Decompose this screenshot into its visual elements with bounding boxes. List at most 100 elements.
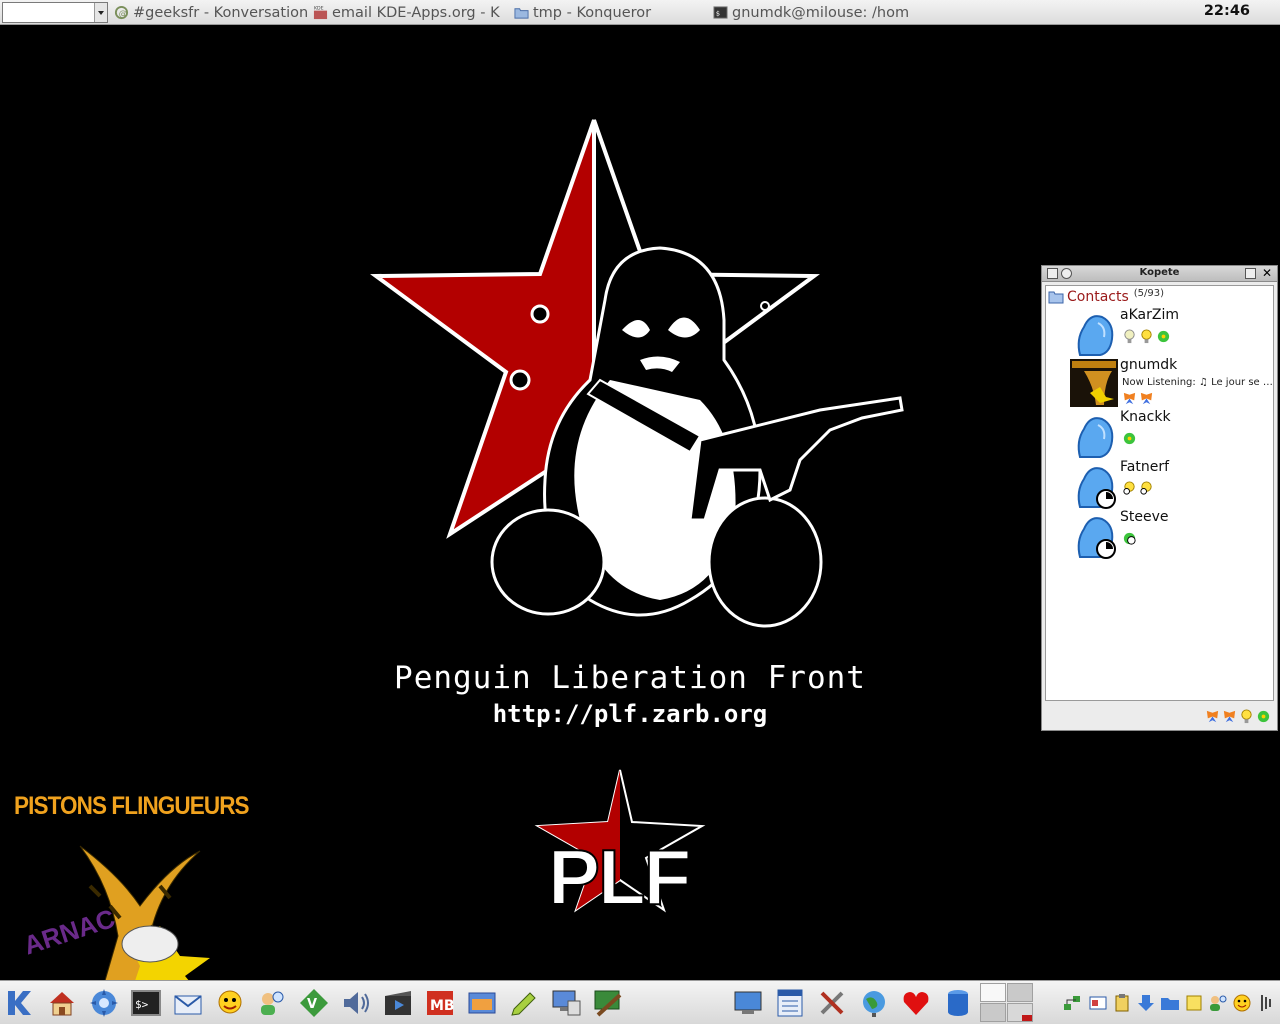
database-icon: [948, 990, 968, 1016]
top-taskbar: @ #geeksfr - Konversation KDE email KDE-…: [0, 0, 1280, 25]
group-count: (5/93): [1133, 288, 1165, 299]
more-icon: [1261, 995, 1271, 1011]
network-tool-icon: [594, 990, 622, 1017]
database-button[interactable]: [942, 987, 974, 1019]
gnumdk-avatar-icon: [1070, 359, 1118, 407]
kopete-account-status: [1205, 709, 1271, 724]
window-button[interactable]: [466, 987, 498, 1019]
pager-desktop-1[interactable]: [980, 983, 1006, 1002]
group-name: Contacts: [1067, 288, 1129, 305]
kopete-icon: [218, 990, 242, 1014]
tray-network[interactable]: [1062, 993, 1082, 1013]
people-icon: [1210, 995, 1227, 1011]
mb-button[interactable]: MB: [424, 987, 456, 1019]
contact-name: aKarZim: [1120, 307, 1179, 323]
taskbar-item-terminal[interactable]: $ gnumdk@milouse: /hom: [713, 3, 911, 22]
maximize-button[interactable]: [1245, 268, 1256, 279]
msn-butterfly-icon[interactable]: [1205, 709, 1220, 724]
wallpaper-title: Penguin Liberation Front: [394, 660, 866, 696]
network-tool-button[interactable]: [592, 987, 624, 1019]
tray-folder[interactable]: [1160, 993, 1180, 1013]
kmail-button[interactable]: [172, 987, 204, 1019]
vim-button[interactable]: V: [298, 987, 330, 1019]
kmail-icon: [174, 995, 202, 1015]
svg-text:$: $: [716, 9, 720, 17]
pager-window-marker: [1022, 1015, 1032, 1021]
bulb-icon: [1124, 329, 1135, 344]
clock[interactable]: 22:46: [1204, 3, 1250, 19]
kopete-button[interactable]: [214, 987, 246, 1019]
terminal-icon: $: [713, 6, 728, 19]
users-button[interactable]: [256, 987, 288, 1019]
tray-people[interactable]: [1208, 993, 1228, 1013]
konsole-button[interactable]: $>: [130, 987, 162, 1019]
tray-more[interactable]: [1256, 993, 1276, 1013]
icq-flower-icon: [1157, 330, 1170, 343]
chevron-down-icon[interactable]: [94, 3, 107, 22]
contact-name: gnumdk: [1120, 357, 1178, 373]
remote-desktop-button[interactable]: [550, 987, 582, 1019]
default-avatar-away-icon: [1077, 467, 1116, 509]
heart-button[interactable]: [900, 987, 932, 1019]
tray-download[interactable]: [1136, 993, 1156, 1013]
volume-button[interactable]: [340, 987, 372, 1019]
pager-desktop-4[interactable]: [1007, 1003, 1033, 1022]
heart-icon: [903, 992, 929, 1015]
close-icon[interactable]: ✕: [1262, 267, 1273, 279]
desktop-pager[interactable]: [980, 983, 1034, 1023]
taskbar-item-konqueror[interactable]: tmp - Konqueror: [514, 3, 710, 22]
kopete-window: Kopete ✕ Contacts (5/93) aKarZim gnumdk …: [1041, 265, 1278, 731]
icq-flower-icon: [1123, 432, 1136, 445]
contact-item-akarzim[interactable]: aKarZim: [1070, 307, 1274, 357]
contact-group[interactable]: Contacts (5/93): [1048, 288, 1164, 305]
home-button[interactable]: [46, 987, 78, 1019]
taskbar-item-label: gnumdk@milouse: /hom: [732, 4, 910, 21]
contact-item-gnumdk[interactable]: gnumdk Now Listening: ♫ Le jour se …: [1070, 357, 1274, 407]
konversation-icon: @: [114, 5, 129, 20]
contact-name: Steeve: [1120, 509, 1169, 525]
pencil-icon: [511, 992, 536, 1016]
pager-desktop-3[interactable]: [980, 1003, 1006, 1022]
tools-button[interactable]: [816, 987, 848, 1019]
bulb-icon[interactable]: [1239, 709, 1254, 724]
taskbar-item-email[interactable]: KDE email KDE-Apps.org - K: [313, 3, 508, 22]
tray-notes[interactable]: [1184, 993, 1204, 1013]
msn-butterfly-icon: [1140, 392, 1153, 405]
kde-menu-button[interactable]: [4, 987, 36, 1019]
globe-button[interactable]: [858, 987, 890, 1019]
contact-item-knackk[interactable]: Knackk: [1070, 409, 1274, 459]
pencil-button[interactable]: [508, 987, 540, 1019]
taskbar-item-konversation[interactable]: @ #geeksfr - Konversation: [114, 3, 312, 22]
video-icon: [385, 991, 411, 1015]
svg-text:$>: $>: [135, 998, 149, 1011]
bulb-icon: [1141, 329, 1152, 344]
tray-kopete[interactable]: [1232, 993, 1252, 1013]
contact-status-message: Now Listening: ♫ Le jour se …: [1122, 377, 1273, 388]
konqueror-icon: [90, 989, 118, 1017]
konqueror-button[interactable]: [88, 987, 120, 1019]
vim-icon: V: [300, 989, 328, 1017]
kde-app-icon: KDE: [313, 6, 328, 20]
icq-away-icon: [1123, 532, 1136, 545]
kopete-titlebar[interactable]: Kopete ✕: [1042, 266, 1277, 282]
contact-list: Contacts (5/93) aKarZim gnumdk Now Liste…: [1045, 285, 1274, 701]
pistons-flingueurs-logo: [79, 845, 210, 996]
desktop-selector[interactable]: [2, 2, 108, 23]
msn-butterfly-icon[interactable]: [1222, 709, 1237, 724]
svg-text:@: @: [119, 8, 127, 18]
taskbar-item-label: email KDE-Apps.org - K: [332, 4, 500, 21]
window-list-button[interactable]: [774, 987, 806, 1019]
download-icon: [1138, 995, 1154, 1011]
contact-item-fatnerf[interactable]: Fatnerf: [1070, 459, 1274, 509]
pager-desktop-2[interactable]: [1007, 983, 1033, 1002]
video-button[interactable]: [382, 987, 414, 1019]
kde-menu-icon: [8, 991, 31, 1015]
tray-card[interactable]: [1088, 993, 1108, 1013]
tray-klipper[interactable]: [1112, 993, 1132, 1013]
contact-item-steeve[interactable]: Steeve: [1070, 509, 1274, 559]
desktop-preview-button[interactable]: [732, 987, 764, 1019]
smiley-icon: [1233, 994, 1251, 1012]
folder-icon: [514, 8, 529, 19]
contact-status-icons: [1122, 531, 1137, 546]
icq-flower-icon[interactable]: [1256, 709, 1271, 724]
